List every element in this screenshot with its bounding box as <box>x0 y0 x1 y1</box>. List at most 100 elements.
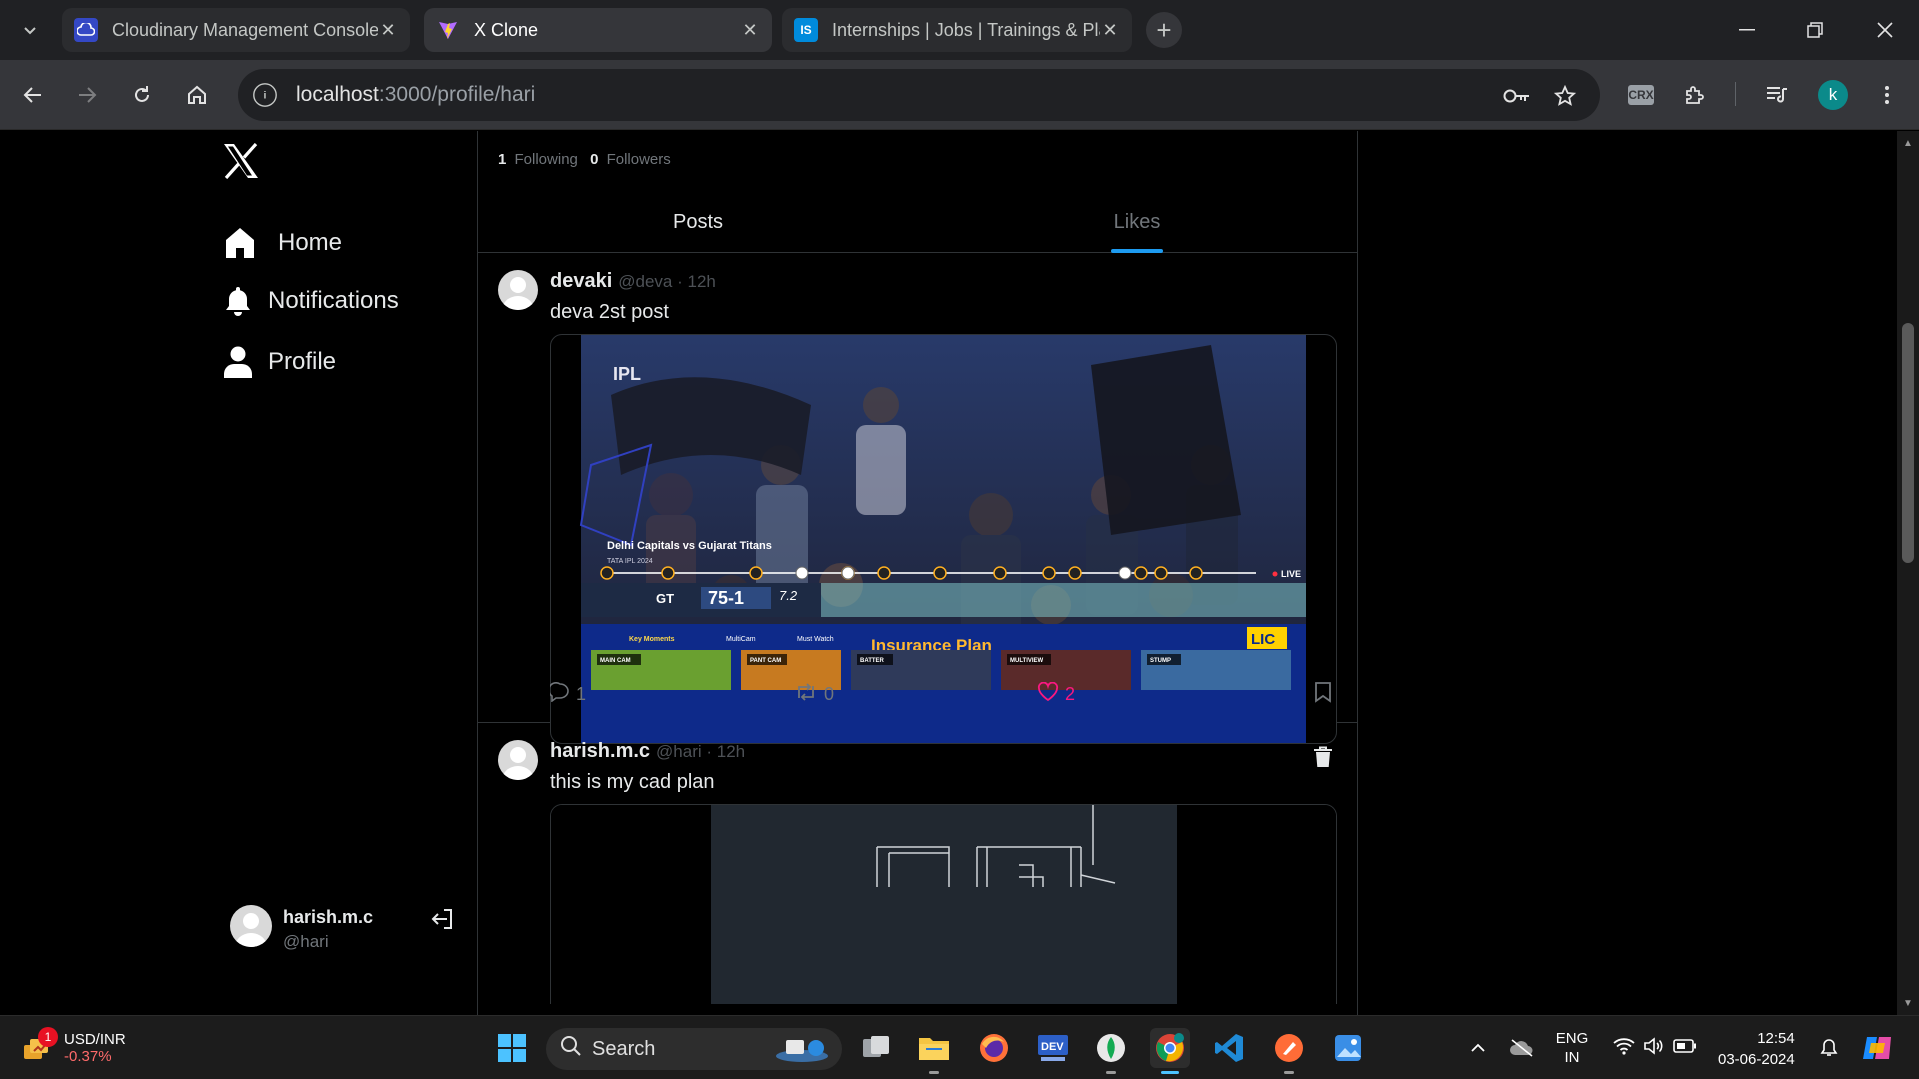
vite-favicon-icon <box>436 18 460 42</box>
nav-home[interactable]: Home <box>220 218 342 268</box>
running-indicator <box>929 1071 939 1074</box>
close-window-icon[interactable] <box>1860 10 1910 50</box>
taskbar-search[interactable]: Search <box>546 1028 842 1070</box>
windows-start-icon[interactable] <box>492 1028 532 1068</box>
reply-button[interactable]: 1 <box>548 681 586 707</box>
clock-date: 03-06-2024 <box>1718 1051 1795 1068</box>
home-icon <box>220 223 260 263</box>
current-user-handle: @hari <box>283 932 329 951</box>
home-browser-icon[interactable] <box>178 76 216 114</box>
like-button[interactable]: 2 <box>1037 681 1075 707</box>
post-header: harish.m.c @hari · 12h <box>550 740 745 763</box>
post-header: devaki @deva · 12h <box>550 270 716 293</box>
system-clock[interactable]: 12:54 03-06-2024 <box>1718 1028 1795 1070</box>
close-tab-icon[interactable]: ✕ <box>740 20 760 40</box>
media-overs: 7.2 <box>779 588 798 603</box>
scroll-down-icon[interactable]: ▼ <box>1902 997 1914 1009</box>
bookmark-button[interactable] <box>1314 681 1338 707</box>
vscode-icon[interactable] <box>1209 1028 1249 1068</box>
close-tab-icon[interactable]: ✕ <box>1100 20 1120 40</box>
task-view-icon[interactable] <box>856 1028 896 1068</box>
tab-posts[interactable]: Posts <box>478 191 918 253</box>
media-cam-label: BATTER <box>860 658 885 664</box>
post-author-name[interactable]: harish.m.c <box>550 740 650 762</box>
profile-avatar[interactable]: k <box>1814 76 1852 114</box>
profile-main-column: 1 Following 0 Followers Posts Likes deva… <box>477 131 1358 1015</box>
quick-settings[interactable] <box>1610 1028 1700 1068</box>
post-card[interactable]: devaki @deva · 12h deva 2st post IPL Del… <box>478 254 1357 744</box>
restore-icon[interactable] <box>1790 10 1840 50</box>
x-logo-icon[interactable] <box>222 142 262 183</box>
nav-profile-label: Profile <box>268 348 337 375</box>
page-scrollbar[interactable]: ▲ ▼ <box>1897 131 1919 1015</box>
post-card[interactable]: harish.m.c @hari · 12h this is my cad pla… <box>478 724 1357 1015</box>
currency-chart-icon: 1 <box>22 1027 58 1063</box>
heart-icon <box>1037 681 1065 707</box>
crx-extension-icon[interactable]: CRX <box>1622 76 1660 114</box>
tab-likes-label: Likes <box>1113 210 1161 233</box>
post-meta: @deva · 12h <box>618 272 716 291</box>
browser-menu-icon[interactable] <box>1868 76 1906 114</box>
post-image[interactable] <box>550 804 1337 1004</box>
tab-title: Internships | Jobs | Trainings & Pla <box>832 19 1100 40</box>
tab-x-clone[interactable]: X Clone ✕ <box>424 8 772 52</box>
tab-internshala[interactable]: IS Internships | Jobs | Trainings & Pla … <box>782 8 1132 52</box>
site-info-icon[interactable]: i <box>253 83 277 107</box>
internshala-favicon-icon: IS <box>794 18 818 42</box>
show-hidden-icons-chevron-icon[interactable] <box>1464 1028 1492 1068</box>
reload-icon[interactable] <box>123 76 161 114</box>
back-icon[interactable] <box>14 76 52 114</box>
avatar <box>230 905 272 947</box>
photos-icon[interactable] <box>1328 1028 1368 1068</box>
profile-tabs: Posts Likes <box>478 191 1357 253</box>
following-label[interactable]: Following <box>515 151 578 168</box>
notification-bell-icon[interactable] <box>1815 1028 1843 1068</box>
running-indicator <box>1106 1071 1116 1074</box>
chrome-icon[interactable] <box>1150 1028 1190 1074</box>
new-tab-button[interactable]: + <box>1146 12 1182 48</box>
user-icon <box>218 342 258 382</box>
followers-label[interactable]: Followers <box>607 151 671 168</box>
firefox-icon[interactable] <box>974 1028 1014 1068</box>
dev-app-icon[interactable]: DEV <box>1033 1028 1073 1068</box>
onedrive-offline-icon[interactable] <box>1506 1028 1538 1068</box>
media-button: Must Watch <box>797 636 834 643</box>
address-bar[interactable]: i localhost:3000/profile/hari <box>238 69 1600 121</box>
follow-stats: 1 Following 0 Followers <box>498 151 671 168</box>
mongodb-compass-icon[interactable] <box>1091 1028 1131 1074</box>
svg-text:IPL: IPL <box>613 364 641 384</box>
tab-search-chevron-icon[interactable] <box>12 12 48 48</box>
reading-list-icon[interactable] <box>1758 76 1796 114</box>
nav-home-label: Home <box>278 229 343 256</box>
nav-notifications[interactable]: Notifications <box>218 276 399 326</box>
scrollbar-thumb[interactable] <box>1902 323 1914 563</box>
avatar[interactable] <box>498 740 538 780</box>
post-author-name[interactable]: devaki <box>550 270 612 292</box>
copilot-icon[interactable] <box>1858 1028 1898 1068</box>
forward-icon[interactable] <box>68 76 106 114</box>
current-user-card[interactable]: harish.m.c @hari <box>230 897 460 957</box>
media-cam-label: PANT CAM <box>750 658 781 664</box>
close-tab-icon[interactable]: ✕ <box>378 20 398 40</box>
delete-post-icon[interactable] <box>1313 746 1337 770</box>
tab-likes[interactable]: Likes <box>917 191 1357 253</box>
browser-toolbar: i localhost:3000/profile/hari CRX k <box>0 60 1919 130</box>
file-explorer-icon[interactable] <box>914 1028 954 1074</box>
logout-icon[interactable] <box>430 907 456 933</box>
scroll-up-icon[interactable]: ▲ <box>1902 137 1914 149</box>
media-team: GT <box>656 591 674 606</box>
language-indicator[interactable]: ENG IN <box>1552 1028 1592 1068</box>
tab-cloudinary[interactable]: Cloudinary Management Console ✕ <box>62 8 410 52</box>
repost-button[interactable]: 0 <box>794 681 834 707</box>
currency-widget[interactable]: 1 USD/INR -0.37% <box>22 1026 126 1070</box>
bookmark-star-icon[interactable] <box>1550 81 1580 111</box>
media-cam-label: MAIN CAM <box>600 658 631 664</box>
avatar[interactable] <box>498 270 538 310</box>
postman-icon[interactable] <box>1269 1028 1309 1074</box>
minimize-icon[interactable] <box>1722 10 1772 50</box>
extensions-puzzle-icon[interactable] <box>1676 76 1714 114</box>
url-text[interactable]: localhost:3000/profile/hari <box>296 83 535 107</box>
password-key-icon[interactable] <box>1502 81 1532 111</box>
search-icon <box>560 1035 582 1063</box>
nav-profile[interactable]: Profile <box>218 337 336 387</box>
